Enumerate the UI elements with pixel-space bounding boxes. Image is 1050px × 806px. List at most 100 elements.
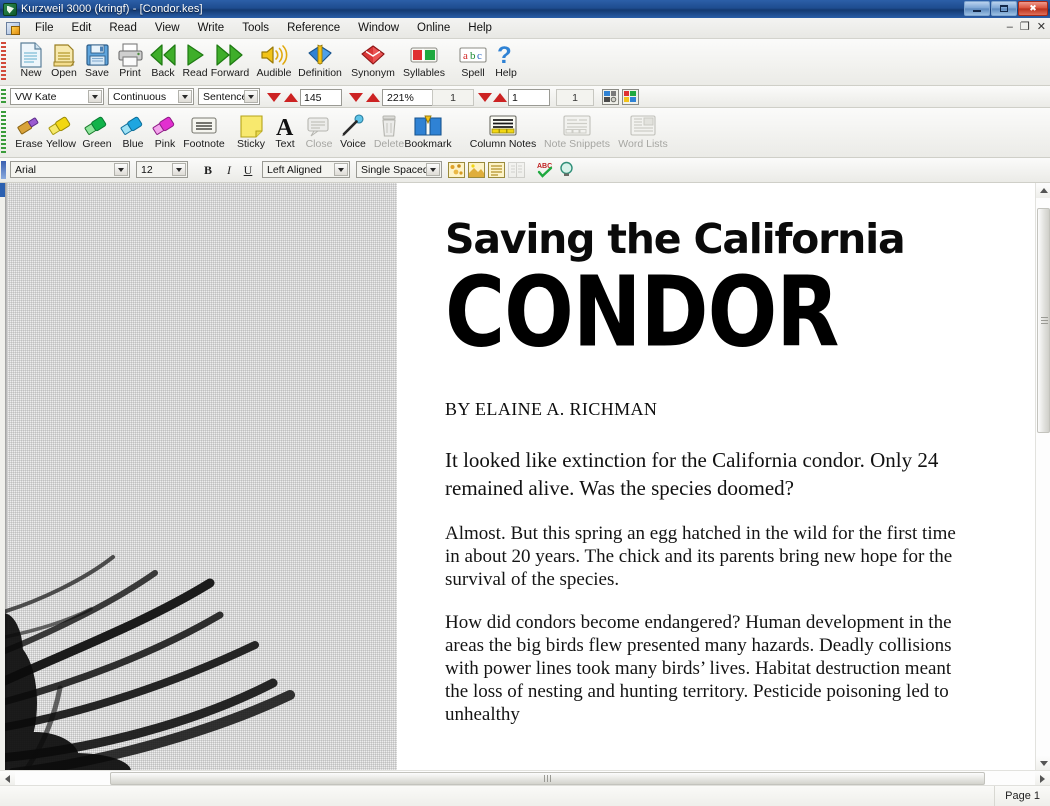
play-icon (184, 41, 206, 68)
italic-icon[interactable]: I (219, 161, 239, 180)
reading-mode-value: Continuous (113, 90, 167, 103)
toolbar-button-footnote[interactable]: Footnote (178, 112, 230, 156)
zoom-increase-button[interactable] (365, 89, 380, 105)
toolbar-label-synonym: Synonym (351, 67, 395, 79)
page-previous-button[interactable] (477, 89, 492, 105)
menu-item-edit[interactable]: Edit (63, 20, 101, 36)
thumbnail-view-icon[interactable] (622, 89, 639, 108)
close-button[interactable]: ✖ (1018, 1, 1048, 16)
horizontal-scroll-thumb[interactable] (110, 772, 985, 785)
document-view[interactable]: Saving the California CONDOR BY ELAINE A… (0, 183, 1050, 771)
toolbar-label-footnote: Footnote (183, 138, 225, 150)
main-toolbar: New Open Save Print Back Read Forward Au… (0, 39, 1050, 86)
mdi-minimize-button[interactable]: – (1007, 20, 1013, 34)
article-text-column: Saving the California CONDOR BY ELAINE A… (445, 183, 965, 726)
reading-mode-select[interactable]: Continuous (108, 88, 194, 105)
word-lists-icon (629, 112, 657, 139)
underline-icon[interactable]: U (238, 161, 258, 180)
microphone-icon (340, 112, 366, 139)
page-number-input[interactable]: 1 (508, 89, 550, 106)
font-size-value: 12 (141, 163, 153, 176)
menu-item-window[interactable]: Window (349, 20, 408, 36)
menu-item-write[interactable]: Write (189, 20, 234, 36)
menu-item-help[interactable]: Help (459, 20, 501, 36)
toolbar-button-help[interactable]: ? Help (483, 41, 529, 85)
spell-check-abc-icon[interactable]: ABC (536, 161, 554, 182)
document-page[interactable]: Saving the California CONDOR BY ELAINE A… (5, 183, 1035, 771)
alignment-select[interactable]: Left Aligned (262, 161, 350, 178)
chevron-down-icon[interactable] (334, 163, 348, 176)
reading-speed-input[interactable]: 145 (300, 89, 342, 106)
vertical-scroll-thumb[interactable] (1037, 208, 1050, 433)
font-size-select[interactable]: 12 (136, 161, 188, 178)
chevron-down-icon[interactable] (426, 163, 440, 176)
toolbar-button-syllables[interactable]: Syllables (398, 41, 450, 85)
toolbar-button-note-snippets[interactable]: Note Snippets (540, 112, 614, 156)
image-fill-icon[interactable] (448, 162, 465, 181)
menu-item-read[interactable]: Read (100, 20, 146, 36)
format-toolbar-grip[interactable] (1, 161, 6, 179)
chevron-down-icon[interactable] (114, 163, 128, 176)
article-paragraph: Almost. But this spring an egg hatched i… (445, 523, 956, 590)
toolbar-label-save: Save (85, 67, 109, 79)
toolbar-button-column-notes[interactable]: Column Notes (466, 112, 540, 156)
window-title: Kurzweil 3000 (kringf) - [Condor.kes] (21, 3, 203, 15)
alignment-value: Left Aligned (267, 163, 322, 176)
magnifier-icon[interactable] (558, 161, 576, 182)
font-family-value: Arial (15, 163, 37, 176)
scroll-up-arrow-icon[interactable] (1036, 183, 1050, 198)
menu-item-reference[interactable]: Reference (278, 20, 349, 36)
font-family-select[interactable]: Arial (10, 161, 130, 178)
minimize-button[interactable] (964, 1, 990, 16)
page-last: 1 (556, 89, 594, 106)
article-deck: It looked like extinction for the Califo… (445, 448, 939, 500)
text-lines-icon[interactable] (488, 162, 505, 181)
columns-icon[interactable] (508, 162, 525, 181)
vertical-scrollbar[interactable] (1035, 183, 1050, 771)
scroll-right-arrow-icon[interactable] (1035, 771, 1050, 786)
trash-can-icon (379, 112, 399, 139)
voice-select[interactable]: VW Kate (10, 88, 104, 105)
toolbar-button-word-lists[interactable]: Word Lists (612, 112, 674, 156)
chevron-down-icon[interactable] (88, 90, 102, 103)
scroll-down-arrow-icon[interactable] (1036, 756, 1050, 771)
mdi-close-button[interactable]: ✕ (1037, 20, 1046, 34)
reading-unit-select[interactable]: Sentence (198, 88, 260, 105)
horizontal-scrollbar[interactable] (0, 770, 1050, 786)
chevron-down-icon[interactable] (178, 90, 192, 103)
menu-item-online[interactable]: Online (408, 20, 459, 36)
reading-toolbar-grip[interactable] (1, 89, 6, 104)
page-next-button[interactable] (492, 89, 507, 105)
zoom-decrease-button[interactable] (348, 89, 363, 105)
markup-toolbar: Erase Yellow Green Blue Pink Footnote St… (0, 108, 1050, 158)
pink-highlighter-icon (150, 112, 180, 139)
toolbar-button-synonym[interactable]: Synonym (348, 41, 398, 85)
toolbar-button-definition[interactable]: Definition (294, 41, 346, 85)
page-layout-icon[interactable] (468, 162, 485, 181)
menu-item-file[interactable]: File (26, 20, 63, 36)
svg-text:c: c (477, 50, 482, 62)
syllables-icon (409, 41, 439, 68)
toolbar-label-open: Open (51, 67, 77, 79)
toolbar-grip[interactable] (1, 42, 6, 82)
menu-item-view[interactable]: View (146, 20, 189, 36)
reading-toolbar: VW Kate Continuous Sentence 145 221% 1 1… (0, 86, 1050, 108)
menu-item-tools[interactable]: Tools (233, 20, 278, 36)
document-icon[interactable] (6, 21, 20, 35)
mdi-restore-button[interactable]: ❐ (1020, 20, 1030, 34)
dual-page-view-icon[interactable] (602, 89, 619, 108)
speed-decrease-button[interactable] (266, 89, 281, 105)
chevron-down-icon[interactable] (172, 163, 186, 176)
toolbar-button-bookmark[interactable]: Bookmark (400, 112, 456, 156)
line-spacing-select[interactable]: Single Spaced (356, 161, 442, 178)
speed-increase-button[interactable] (283, 89, 298, 105)
toolbar-button-audible[interactable]: Audible (250, 41, 298, 85)
toolbar-button-forward[interactable]: Forward (204, 41, 256, 85)
bold-icon[interactable]: B (198, 161, 218, 180)
restore-button[interactable] (991, 1, 1017, 16)
floppy-disk-icon (85, 41, 110, 68)
scroll-left-arrow-icon[interactable] (0, 771, 15, 786)
mdi-window-controls: – ❐ ✕ (1007, 20, 1046, 34)
chevron-down-icon[interactable] (244, 90, 258, 103)
toolbar-label-note-snippets: Note Snippets (544, 138, 610, 150)
